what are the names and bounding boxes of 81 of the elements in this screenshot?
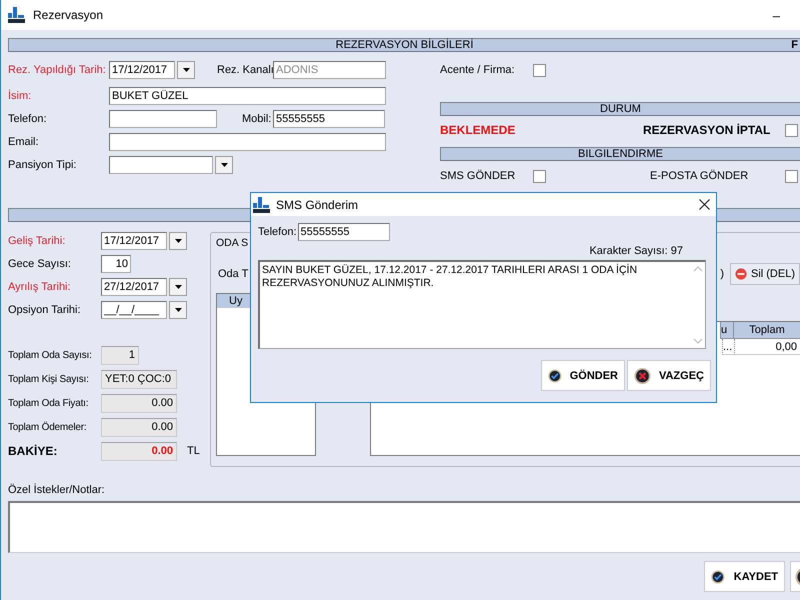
dropdown-button[interactable] (215, 156, 233, 174)
checkbox[interactable] (533, 170, 546, 182)
group-title: ODA S (216, 237, 250, 249)
close-button[interactable] (699, 199, 710, 210)
field-label: Toplam Oda Sayısı: (8, 350, 93, 360)
input-field[interactable] (109, 133, 386, 151)
send-button[interactable]: GÖNDER (541, 360, 625, 391)
character-count: Karakter Sayısı: 97 (589, 245, 683, 257)
field-label: SMS GÖNDER (440, 170, 516, 182)
window-title: SMS Gönderim (276, 198, 358, 212)
minus-icon (735, 267, 747, 281)
dropdown-button[interactable] (169, 278, 187, 296)
dropdown-field[interactable] (109, 156, 213, 174)
checkbox[interactable] (785, 124, 798, 136)
field-label: Opsiyon Tarihi: (8, 304, 82, 316)
app-icon (8, 7, 26, 23)
notes-field[interactable] (8, 501, 800, 553)
delete-button[interactable]: Sil (DEL) (730, 263, 800, 285)
column-header: Toplam (733, 322, 800, 339)
field-label: İsim: (8, 90, 32, 102)
field-label: Mobil: (242, 113, 272, 125)
date-field[interactable]: __/__/____ (101, 301, 167, 319)
close-icon (699, 199, 710, 210)
cancel-button[interactable]: VAZGEÇ (627, 360, 711, 391)
message-field[interactable]: SAYIN BUKET GÜZEL, 17.12.2017 - 27.12.2017 TARIHLERI ARASI 1 ODA İÇİN REZERVASYONUNUZ ALINMIŞTIR. (258, 260, 706, 349)
status-text: BEKLEMEDE (440, 123, 516, 137)
field-label: Rez. Yapıldığı Tarih: (8, 64, 107, 76)
checkbox[interactable] (785, 170, 798, 182)
caret-icon (174, 308, 182, 312)
input-field[interactable]: BUKET GÜZEL (109, 87, 386, 105)
section-title: BILGILENDIRME (578, 148, 663, 160)
field-label: E-POSTA GÖNDER (650, 170, 750, 182)
caret-icon (174, 239, 182, 243)
output-field[interactable]: 0.00 (101, 418, 177, 436)
caret-icon (174, 285, 182, 289)
toolbar-button[interactable]: ) (720, 268, 724, 280)
phone-field[interactable]: 55555555 (298, 223, 390, 241)
section-title: DURUM (600, 103, 641, 115)
save-button[interactable]: KAYDET (704, 561, 785, 592)
window-title: Rezervasyon (33, 8, 104, 22)
field-label: Telefon: (258, 226, 297, 238)
field-label: Email: (8, 136, 40, 148)
field-label: Toplam Kişi Sayısı: (8, 374, 90, 384)
date-field[interactable]: 17/12/2017 (109, 61, 175, 79)
field-label: REZERVASYON İPTAL (643, 123, 772, 137)
checkbox[interactable] (533, 64, 546, 76)
caret-icon (220, 163, 228, 167)
field-label: Toplam Oda Fiyatı: (8, 398, 90, 408)
field-label: BAKİYE: (8, 444, 58, 458)
input-field[interactable] (109, 110, 217, 128)
minimize-button[interactable]: – (772, 8, 780, 22)
dropdown-button[interactable] (169, 301, 187, 319)
input-field[interactable]: 10 (101, 255, 131, 273)
output-field[interactable]: YET:0 ÇOC:0 (101, 370, 177, 388)
field-label: Rez. Kanalı (217, 64, 273, 76)
output-field[interactable]: 0.00 (101, 394, 177, 412)
field-label: Toplam Ödemeler: (8, 422, 88, 432)
date-field[interactable]: 17/12/2017 (101, 232, 167, 250)
notes-label: Özel İstekler/Notlar: (8, 484, 106, 497)
app-icon (253, 196, 271, 212)
table-cell: 0,00 (734, 339, 800, 355)
column-header: u (720, 322, 733, 339)
section-title: REZERVASYON BİLGİLERİ (336, 39, 474, 51)
cross-icon (634, 366, 651, 386)
section-title: F (791, 39, 798, 51)
field-label: Ayrılış Tarihi: (8, 281, 72, 293)
field-label: Gece Sayısı: (8, 258, 72, 270)
field-label: Geliş Tarihi: (8, 235, 66, 247)
output-field[interactable]: 1 (101, 346, 139, 364)
field-label: Acente / Firma: (440, 64, 516, 76)
message-text: SAYIN BUKET GÜZEL, 17.12.2017 - 27.12.2017 TARIHLERI ARASI 1 ODA İÇİN REZERVASYONUNUZ ALINMIŞTIR. (261, 262, 638, 291)
field-label: Pansiyon Tipi: (8, 159, 78, 171)
dropdown-button[interactable] (177, 61, 195, 79)
caret-icon (182, 68, 190, 72)
input-field[interactable]: 55555555 (273, 110, 385, 128)
date-field[interactable]: 27/12/2017 (101, 278, 167, 296)
table-cell: ... (722, 339, 734, 355)
field-label: Telefon: (8, 113, 48, 125)
dropdown-button[interactable] (169, 232, 187, 250)
currency-label: TL (187, 445, 200, 457)
field-label: Oda T (218, 268, 248, 280)
